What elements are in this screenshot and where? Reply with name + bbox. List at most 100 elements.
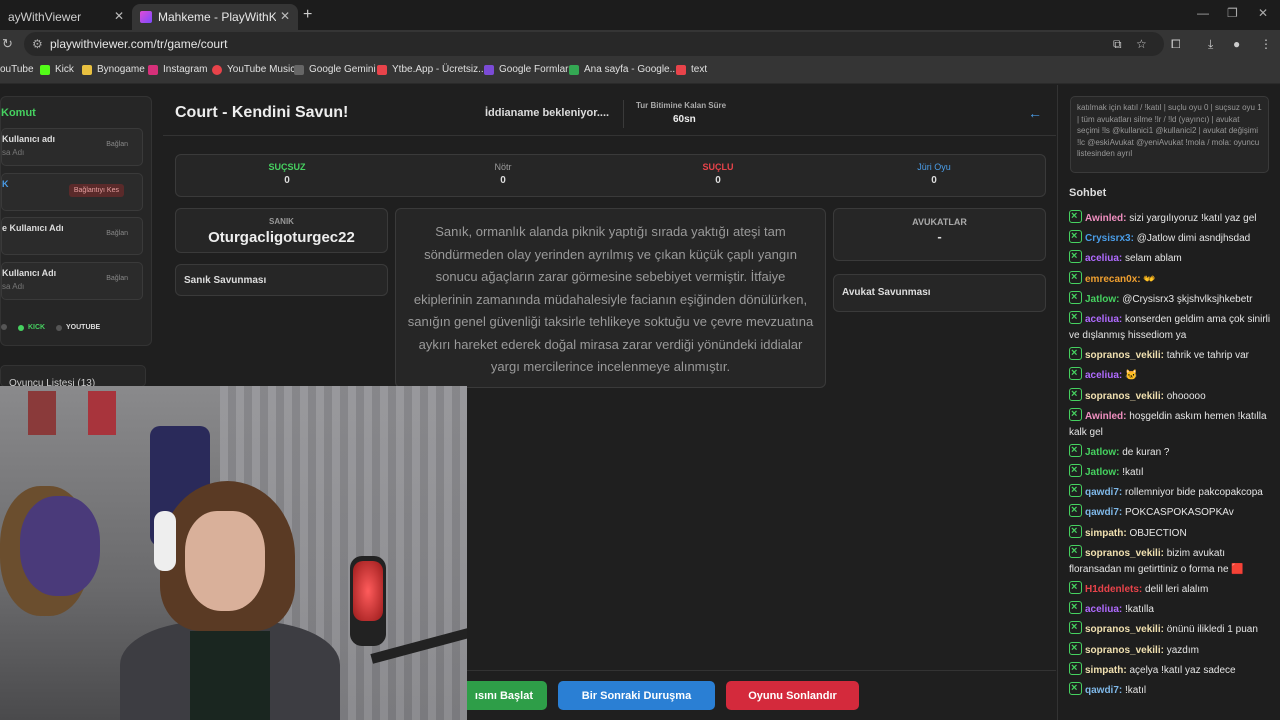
bookmark-ana-sayfa[interactable]: Ana sayfa - Google... bbox=[569, 64, 678, 75]
vote-panel: SUÇSUZ 0 Nötr 0 SUÇLU 0 Jüri Oyu 0 bbox=[175, 154, 1046, 197]
chat-username[interactable]: sopranos_vekili: bbox=[1085, 645, 1164, 656]
connect-button[interactable]: Bağlan bbox=[106, 230, 128, 237]
bookmark-youtube-music[interactable]: YouTube Music bbox=[212, 64, 295, 75]
chat-text: yazdım bbox=[1163, 644, 1199, 656]
minimize-icon[interactable]: — bbox=[1197, 6, 1209, 20]
back-arrow-icon[interactable]: ← bbox=[1028, 105, 1042, 121]
close-window-icon[interactable]: ✕ bbox=[1258, 6, 1268, 20]
chat-username[interactable]: Jatlow: bbox=[1085, 447, 1119, 458]
chat-username[interactable]: Crysisrx3: bbox=[1085, 233, 1134, 244]
chat-username[interactable]: sopranos_vekili: bbox=[1085, 391, 1164, 402]
disconnect-button[interactable]: Bağlantıyı Kes bbox=[68, 184, 124, 197]
chat-username[interactable]: simpath: bbox=[1085, 665, 1127, 676]
bookmark-instagram[interactable]: Instagram bbox=[148, 64, 207, 75]
streamer bbox=[120, 481, 340, 720]
menu-icon[interactable]: ⋮ bbox=[1260, 37, 1272, 51]
chat-username[interactable]: sopranos_vekili: bbox=[1085, 548, 1164, 559]
site-info-icon[interactable]: ⚙ bbox=[32, 32, 43, 56]
chat-username[interactable]: sopranos_vekili: bbox=[1085, 624, 1164, 635]
chat-username[interactable]: Awinled: bbox=[1085, 213, 1126, 224]
chat-message: Jatlow: @Crysisrx3 şkjshvlksjhkebetr bbox=[1069, 289, 1274, 308]
translate-icon[interactable]: ⧉ bbox=[1113, 37, 1122, 52]
tab-mahkeme[interactable]: Mahkeme - PlayWithKick | Play ✕ bbox=[132, 4, 298, 30]
chat-text: !katıl bbox=[1122, 684, 1147, 696]
defendant-name: Oturgacligoturgec22 bbox=[208, 229, 355, 246]
kick-badge-icon bbox=[1069, 269, 1082, 285]
chat-message: Jatlow: !katıl bbox=[1069, 462, 1274, 481]
vote-innocent: SUÇSUZ 0 bbox=[268, 162, 306, 186]
page: Komut Kullanıcı adı sa Adı Bağlan K Bağl… bbox=[0, 85, 1280, 720]
end-game-button[interactable]: Oyunu Sonlandır bbox=[726, 681, 859, 710]
chat-username[interactable]: qawdi7: bbox=[1085, 685, 1122, 696]
kick-badge-icon bbox=[1069, 442, 1082, 458]
kick-badge-icon bbox=[1069, 248, 1082, 264]
download-icon[interactable]: ⤓ bbox=[1208, 37, 1213, 52]
platform-youtube[interactable]: YOUTUBE bbox=[56, 324, 100, 331]
next-hearing-button[interactable]: Bir Sonraki Duruşma bbox=[558, 681, 715, 710]
username-field-2[interactable]: e Kullanıcı Adı Bağlan bbox=[1, 217, 143, 255]
youtube-icon bbox=[377, 64, 387, 75]
chat-username[interactable]: aceliua: bbox=[1085, 604, 1122, 615]
player-list[interactable]: Oyuncu Listesi (13) bbox=[0, 365, 146, 389]
address-bar-row: ↻ ⚙ playwithviewer.com/tr/game/court ⧉ ☆… bbox=[0, 30, 1280, 58]
bookmark-bynogame[interactable]: Bynogame bbox=[82, 64, 145, 75]
kick-badge-icon bbox=[1069, 579, 1082, 595]
star-icon[interactable]: ☆ bbox=[1136, 37, 1147, 51]
favicon-icon bbox=[140, 11, 152, 23]
chat-username[interactable]: simpath: bbox=[1085, 528, 1127, 539]
chat-text: 👐 bbox=[1140, 273, 1156, 285]
connect-button[interactable]: Bağlan bbox=[106, 275, 128, 282]
chat-username[interactable]: qawdi7: bbox=[1085, 507, 1122, 518]
platform-dot bbox=[1, 324, 11, 330]
chat-text: açelya !katıl yaz sadece bbox=[1126, 664, 1236, 676]
kick-connection: K Bağlantıyı Kes bbox=[1, 173, 143, 211]
chat-message: aceliua: selam ablam bbox=[1069, 248, 1274, 267]
chat-panel: katılmak için katıl / !katıl | suçlu oyu… bbox=[1057, 85, 1280, 720]
chat-username[interactable]: aceliua: bbox=[1085, 314, 1122, 325]
chat-message: qawdi7: !katıl bbox=[1069, 680, 1274, 699]
chat-username[interactable]: emrecan0x: bbox=[1085, 274, 1141, 285]
bookmark-google-gemini[interactable]: Google Gemini bbox=[294, 64, 376, 75]
chat-message: sopranos_vekili: önünü ilikledi 1 puan bbox=[1069, 619, 1274, 638]
chat-username[interactable]: H1ddenlets: bbox=[1085, 584, 1142, 595]
chat-title: Sohbet bbox=[1069, 187, 1107, 199]
kick-badge-icon bbox=[1069, 523, 1082, 539]
maximize-icon[interactable]: ❐ bbox=[1227, 6, 1238, 20]
bookmark-ytbe[interactable]: Ytbe.App - Ücretsiz... bbox=[377, 64, 486, 75]
tab-playwithviewer[interactable]: ayWithViewer ✕ bbox=[0, 4, 132, 30]
bookmark-kick[interactable]: Kick bbox=[40, 64, 74, 75]
kick-badge-icon bbox=[1069, 619, 1082, 635]
chat-message: qawdi7: POKCASPOKASOPKAv bbox=[1069, 502, 1274, 521]
chat-username[interactable]: Jatlow: bbox=[1085, 294, 1119, 305]
timer-label: Tur Bitimine Kalan Süre bbox=[636, 101, 727, 110]
username-field-3[interactable]: Kullanıcı Adı sa Adı Bağlan bbox=[1, 262, 143, 300]
chat-message: Crysisrx3: @Jatlow dimi asndjhsdad bbox=[1069, 228, 1274, 247]
chat-username[interactable]: aceliua: bbox=[1085, 253, 1122, 264]
bookmark-google-formlar[interactable]: Google Formlar bbox=[484, 64, 568, 75]
chat-username[interactable]: qawdi7: bbox=[1085, 487, 1122, 498]
chat-username[interactable]: Awinled: bbox=[1085, 411, 1126, 422]
extensions-icon[interactable]: ⧠ bbox=[1171, 37, 1181, 52]
bookmark-youtube[interactable]: ouTube bbox=[0, 64, 34, 75]
kick-badge-icon bbox=[1069, 289, 1082, 305]
connect-button[interactable]: Bağlan bbox=[106, 141, 128, 148]
chat-text: sizi yargılıyoruz !katıl yaz gel bbox=[1126, 213, 1257, 224]
reload-icon[interactable]: ↻ bbox=[2, 36, 13, 52]
close-icon[interactable]: ✕ bbox=[114, 9, 124, 23]
chat-username[interactable]: sopranos_vekili: bbox=[1085, 350, 1164, 361]
chat-username[interactable]: aceliua: bbox=[1085, 370, 1122, 381]
chat-message: qawdi7: rollemniyor bide pakcopakcopa bbox=[1069, 482, 1274, 501]
kick-badge-icon bbox=[1069, 309, 1082, 325]
bookmark-text[interactable]: text bbox=[676, 64, 707, 75]
new-tab-icon[interactable]: + bbox=[303, 6, 312, 24]
chat-text: POKCASPOKASOPKAv bbox=[1122, 507, 1234, 519]
url-field[interactable]: ⚙ playwithviewer.com/tr/game/court bbox=[24, 32, 1164, 56]
chat-username[interactable]: Jatlow: bbox=[1085, 467, 1119, 478]
page-title: Court - Kendini Savun! bbox=[175, 104, 349, 121]
platform-kick[interactable]: KICK bbox=[18, 324, 45, 331]
profile-icon[interactable]: ● bbox=[1233, 37, 1240, 51]
kick-badge-icon bbox=[1069, 228, 1082, 244]
username-field-1[interactable]: Kullanıcı adı sa Adı Bağlan bbox=[1, 128, 143, 166]
bynogame-icon bbox=[82, 64, 92, 75]
close-icon[interactable]: ✕ bbox=[280, 9, 290, 23]
